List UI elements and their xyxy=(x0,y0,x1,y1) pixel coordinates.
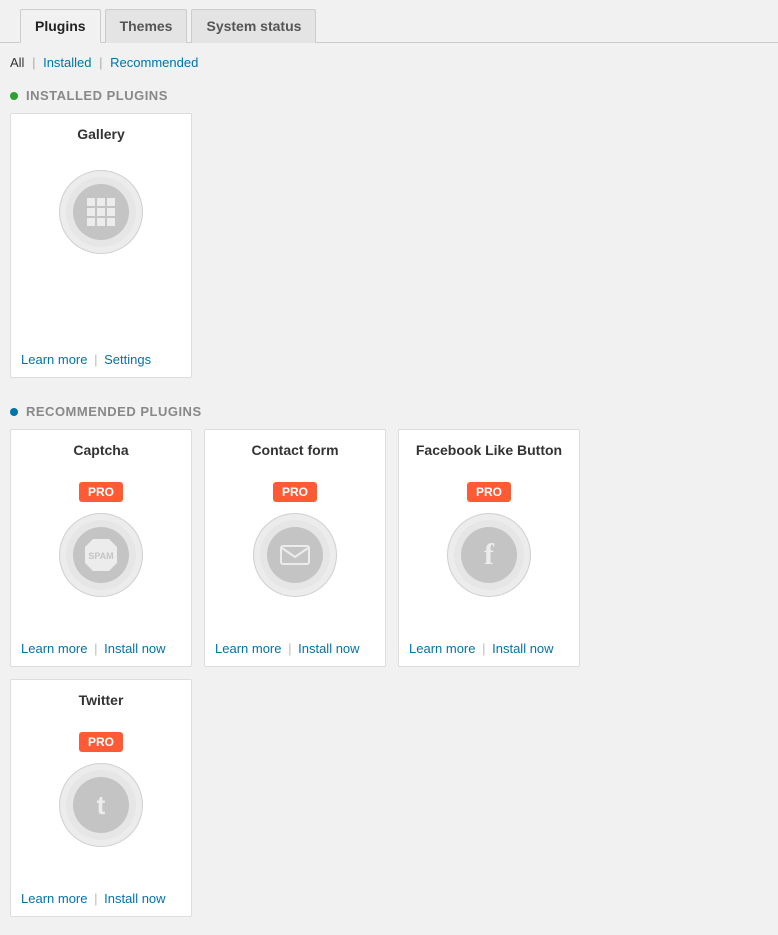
plugin-card: Twitter PRO t Learn more | Install now xyxy=(10,679,192,917)
plugin-card-footer: Learn more | Install now xyxy=(21,891,181,906)
learn-more-link[interactable]: Learn more xyxy=(215,641,281,656)
learn-more-link[interactable]: Learn more xyxy=(21,352,87,367)
separator: | xyxy=(94,641,97,656)
separator: | xyxy=(94,891,97,906)
plugin-card: Captcha PRO SPAM Learn more | Install no… xyxy=(10,429,192,667)
tab-plugins[interactable]: Plugins xyxy=(20,9,101,43)
section-title: INSTALLED PLUGINS xyxy=(26,88,168,103)
plugin-title: Facebook Like Button xyxy=(416,442,562,458)
settings-link[interactable]: Settings xyxy=(104,352,151,367)
plugin-title: Twitter xyxy=(79,692,124,708)
filter-all[interactable]: All xyxy=(10,55,24,70)
plugin-card-footer: Learn more | Settings xyxy=(21,352,181,367)
plugin-icon-wrap xyxy=(253,513,337,597)
separator: | xyxy=(99,55,102,70)
mail-icon xyxy=(267,527,323,583)
status-dot-icon xyxy=(10,92,18,100)
plugin-title: Captcha xyxy=(73,442,128,458)
pro-badge: PRO xyxy=(79,732,123,752)
plugin-card-footer: Learn more | Install now xyxy=(21,641,181,656)
plugin-title: Gallery xyxy=(77,126,124,142)
pro-badge: PRO xyxy=(467,482,511,502)
separator: | xyxy=(288,641,291,656)
pro-badge: PRO xyxy=(79,482,123,502)
gallery-icon xyxy=(73,184,129,240)
install-now-link[interactable]: Install now xyxy=(298,641,359,656)
install-now-link[interactable]: Install now xyxy=(104,891,165,906)
learn-more-link[interactable]: Learn more xyxy=(409,641,475,656)
filter-row: All | Installed | Recommended xyxy=(0,43,778,80)
spam-icon: SPAM xyxy=(73,527,129,583)
plugin-title: Contact form xyxy=(251,442,338,458)
install-now-link[interactable]: Install now xyxy=(492,641,553,656)
section-header-recommended: RECOMMENDED PLUGINS xyxy=(0,396,778,429)
recommended-plugins-row: Captcha PRO SPAM Learn more | Install no… xyxy=(0,429,778,935)
plugin-icon-wrap: SPAM xyxy=(59,513,143,597)
separator: | xyxy=(32,55,35,70)
plugin-card: Gallery Learn more | Settings xyxy=(10,113,192,378)
pro-badge: PRO xyxy=(273,482,317,502)
facebook-icon: f xyxy=(461,527,517,583)
learn-more-link[interactable]: Learn more xyxy=(21,891,87,906)
tab-system-status[interactable]: System status xyxy=(191,9,316,43)
separator: | xyxy=(94,352,97,367)
section-header-installed: INSTALLED PLUGINS xyxy=(0,80,778,113)
status-dot-icon xyxy=(10,408,18,416)
svg-text:SPAM: SPAM xyxy=(88,551,113,561)
plugin-icon-wrap: f xyxy=(447,513,531,597)
install-now-link[interactable]: Install now xyxy=(104,641,165,656)
learn-more-link[interactable]: Learn more xyxy=(21,641,87,656)
plugin-card-footer: Learn more | Install now xyxy=(409,641,569,656)
installed-plugins-row: Gallery Learn more | Settings xyxy=(0,113,778,396)
twitter-icon: t xyxy=(73,777,129,833)
tab-themes[interactable]: Themes xyxy=(105,9,188,43)
section-title: RECOMMENDED PLUGINS xyxy=(26,404,202,419)
filter-recommended[interactable]: Recommended xyxy=(110,55,198,70)
filter-installed[interactable]: Installed xyxy=(43,55,91,70)
plugin-card: Facebook Like Button PRO f Learn more | … xyxy=(398,429,580,667)
plugin-card: Contact form PRO Learn more | Install no… xyxy=(204,429,386,667)
tab-bar: Plugins Themes System status xyxy=(0,0,778,43)
separator: | xyxy=(482,641,485,656)
plugin-icon-wrap xyxy=(59,170,143,254)
plugin-icon-wrap: t xyxy=(59,763,143,847)
plugin-card-footer: Learn more | Install now xyxy=(215,641,375,656)
